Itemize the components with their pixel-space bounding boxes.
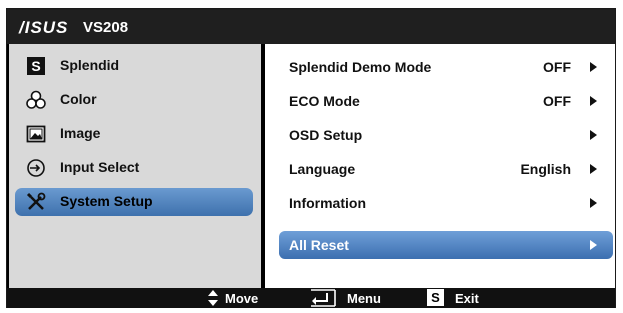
input-select-icon	[26, 158, 46, 178]
submenu-label: ECO Mode	[289, 93, 360, 109]
submenu-value: English	[520, 161, 571, 177]
submenu-item-eco-mode[interactable]: ECO Mode OFF	[279, 87, 613, 115]
menu-label: Input Select	[60, 159, 140, 175]
title-bar: /ISUS VS208	[7, 9, 615, 44]
submenu-label: All Reset	[289, 237, 349, 253]
image-icon	[26, 124, 46, 144]
color-icon	[26, 90, 46, 110]
model-name: VS208	[83, 19, 129, 36]
main-menu: S Splendid Color Image Input Select Syst…	[9, 44, 261, 288]
up-down-arrows-icon	[207, 289, 219, 310]
submenu-item-language[interactable]: Language English	[279, 155, 613, 183]
menu-item-system-setup[interactable]: System Setup	[15, 188, 253, 216]
submenu-item-information[interactable]: Information	[279, 189, 613, 217]
menu-label: Color	[60, 91, 97, 107]
arrow-right-icon	[590, 96, 597, 106]
key-hint-bar: Move Menu S Exit	[7, 288, 615, 308]
menu-item-image[interactable]: Image	[15, 120, 253, 148]
submenu-item-osd-setup[interactable]: OSD Setup	[279, 121, 613, 149]
menu-label: System Setup	[60, 193, 153, 209]
submenu-item-splendid-demo-mode[interactable]: Splendid Demo Mode OFF	[279, 53, 613, 81]
arrow-right-icon	[590, 198, 597, 208]
osd-window: /ISUS VS208 S Splendid Color Image Input…	[6, 8, 616, 308]
menu-item-color[interactable]: Color	[15, 86, 253, 114]
arrow-right-icon	[590, 164, 597, 174]
exit-label: Exit	[455, 291, 479, 306]
menu-label: Splendid	[60, 57, 120, 73]
arrow-right-icon	[590, 62, 597, 72]
enter-key-icon	[309, 288, 339, 311]
splendid-icon: S	[26, 56, 46, 76]
menu-item-splendid[interactable]: S Splendid	[15, 52, 253, 80]
menu-label: Image	[60, 125, 101, 141]
submenu-value: OFF	[543, 93, 571, 109]
submenu-label: Splendid Demo Mode	[289, 59, 432, 75]
submenu-value: OFF	[543, 59, 571, 75]
submenu-label: OSD Setup	[289, 127, 363, 143]
arrow-right-icon	[590, 130, 597, 140]
svg-text:S: S	[31, 58, 40, 74]
s-key-icon: S	[427, 289, 444, 306]
submenu-item-all-reset[interactable]: All Reset	[279, 231, 613, 259]
move-label: Move	[225, 291, 259, 306]
menu-item-input-select[interactable]: Input Select	[15, 154, 253, 182]
menu-label: Menu	[347, 291, 381, 306]
submenu: Splendid Demo Mode OFF ECO Mode OFF OSD …	[265, 44, 615, 288]
arrow-right-icon	[590, 240, 597, 250]
submenu-label: Information	[289, 195, 366, 211]
asus-logo: /ISUS	[19, 18, 69, 37]
wrench-screwdriver-icon	[26, 192, 46, 212]
submenu-label: Language	[289, 161, 356, 177]
